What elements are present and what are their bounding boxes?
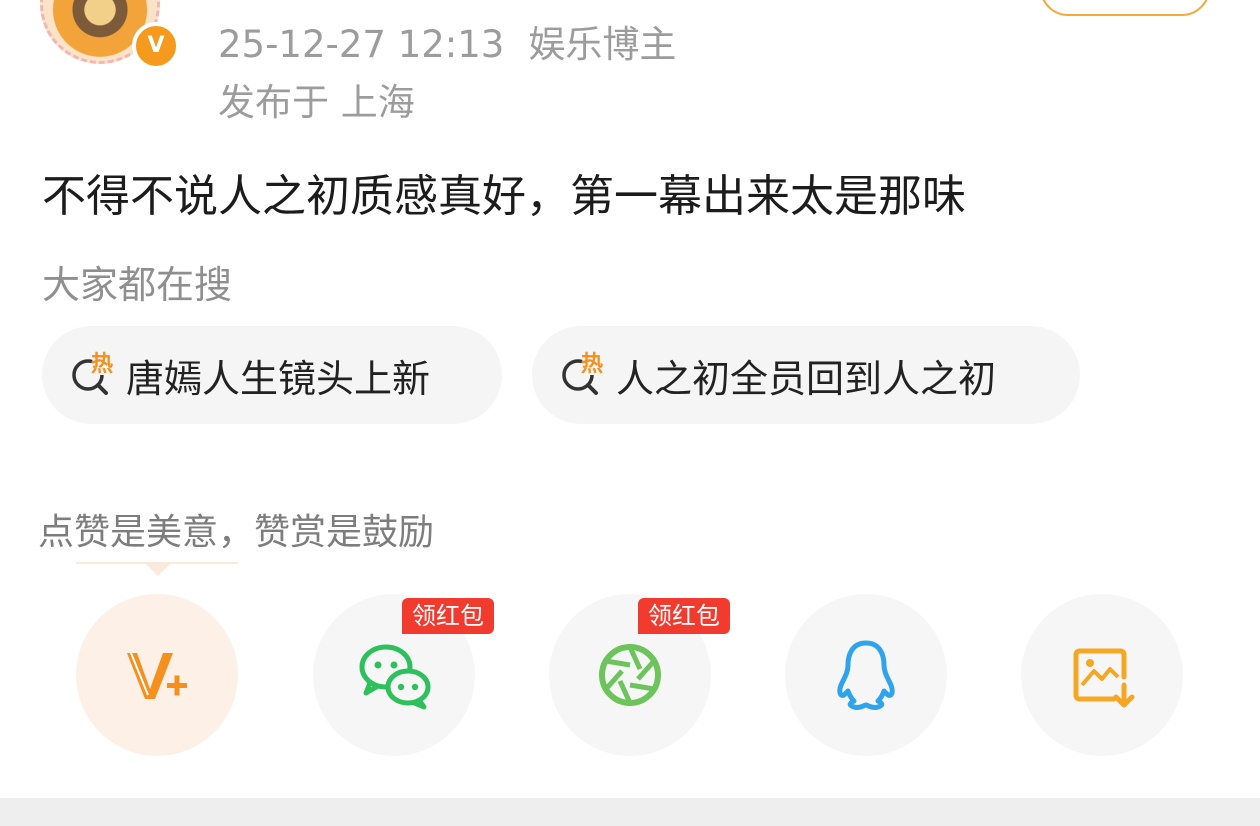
- post-location: 发布于 上海: [218, 81, 415, 124]
- post-text: 不得不说人之初质感真好，第一幕出来太是那味: [42, 171, 966, 222]
- trending-chip[interactable]: 热 唐嫣人生镜头上新: [42, 326, 502, 424]
- v-plus-icon: [127, 652, 187, 699]
- trending-chip[interactable]: 热 人之初全员回到人之初: [532, 326, 1080, 424]
- qq-penguin-icon: [837, 640, 895, 711]
- reward-vplus-button[interactable]: [76, 594, 238, 756]
- post-timestamp: 25-12-27 12:13: [218, 23, 505, 66]
- moments-aperture-icon: [599, 644, 661, 706]
- hot-search-icon: 热: [562, 351, 603, 395]
- trending-chip-label: 人之初全员回到人之初: [616, 356, 997, 401]
- hot-glyph: 热: [91, 351, 113, 377]
- trending-chip-label: 唐嫣人生镜头上新: [126, 356, 431, 401]
- verified-badge-icon: V: [132, 22, 180, 70]
- wechat-icon: [359, 644, 431, 710]
- hot-glyph: 热: [581, 351, 603, 377]
- save-image-button[interactable]: [1021, 594, 1183, 756]
- hot-search-icon: 热: [72, 351, 113, 395]
- tooltip-pointer: [144, 562, 172, 576]
- share-qq-button[interactable]: [785, 594, 947, 756]
- follow-button[interactable]: [1040, 0, 1210, 16]
- red-packet-badge: 领红包: [402, 598, 494, 634]
- bottom-bar: [0, 798, 1260, 826]
- reward-text: 点赞是美意，赞赏是鼓励: [38, 512, 435, 553]
- author-tag: 娱乐博主: [528, 23, 677, 66]
- red-packet-badge: 领红包: [638, 598, 730, 634]
- weibo-post-page: V 25-12-27 12:13 娱乐博主 发布于 上海 不得不说人之初质感真好，…: [0, 0, 1260, 826]
- trending-title: 大家都在搜: [42, 263, 233, 307]
- post-meta: 25-12-27 12:13 娱乐博主: [218, 14, 676, 68]
- save-image-icon: [1073, 648, 1135, 708]
